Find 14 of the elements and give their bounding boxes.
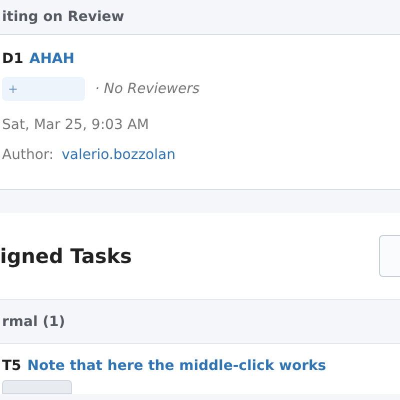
revision-date: Sat, Mar 25, 9:03 AM: [2, 116, 150, 135]
author-label: Author:: [2, 147, 54, 163]
task-id: T5: [2, 358, 22, 374]
author-link[interactable]: valerio.bozzolan: [62, 147, 176, 163]
group-label: rmal (1): [2, 314, 66, 330]
panel-title: igned Tasks: [0, 244, 132, 268]
tag-chip[interactable]: [2, 380, 72, 394]
header-button[interactable]: [379, 235, 400, 277]
add-tag-button[interactable]: +: [2, 77, 85, 101]
reviewers-text: · No Reviewers: [95, 81, 200, 97]
revision-id: D1: [2, 51, 24, 67]
panel-title: iting on Review: [2, 9, 124, 25]
task-link[interactable]: Note that here the middle-click works: [27, 358, 326, 374]
revision-link[interactable]: AHAH: [29, 51, 74, 67]
